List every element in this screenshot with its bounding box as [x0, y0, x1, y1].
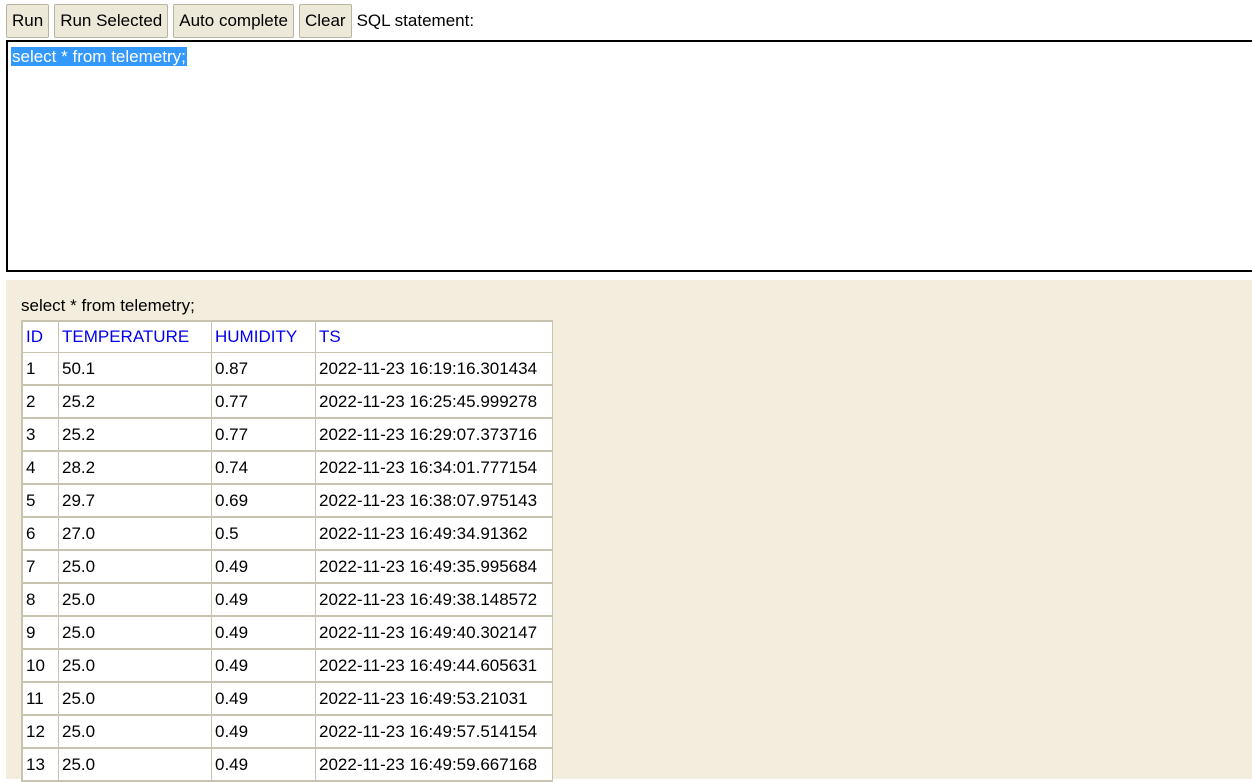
- table-row: 2 25.2 0.77 2022-11-23 16:25:45.999278: [23, 386, 553, 419]
- cell-id: 8: [23, 584, 59, 617]
- cell-temperature: 25.0: [59, 650, 212, 683]
- table-row: 5 29.7 0.69 2022-11-23 16:38:07.975143: [23, 485, 553, 518]
- table-row: 7 25.0 0.49 2022-11-23 16:49:35.995684: [23, 551, 553, 584]
- cell-temperature: 28.2: [59, 452, 212, 485]
- table-row: 11 25.0 0.49 2022-11-23 16:49:53.21031: [23, 683, 553, 716]
- cell-temperature: 25.2: [59, 419, 212, 452]
- column-header-humidity[interactable]: HUMIDITY: [212, 322, 316, 353]
- cell-humidity: 0.77: [212, 419, 316, 452]
- cell-id: 2: [23, 386, 59, 419]
- cell-id: 7: [23, 551, 59, 584]
- cell-ts: 2022-11-23 16:49:57.514154: [316, 716, 553, 749]
- cell-ts: 2022-11-23 16:49:40.302147: [316, 617, 553, 650]
- table-row: 3 25.2 0.77 2022-11-23 16:29:07.373716: [23, 419, 553, 452]
- table-row: 10 25.0 0.49 2022-11-23 16:49:44.605631: [23, 650, 553, 683]
- table-row: 8 25.0 0.49 2022-11-23 16:49:38.148572: [23, 584, 553, 617]
- cell-humidity: 0.74: [212, 452, 316, 485]
- cell-humidity: 0.87: [212, 353, 316, 386]
- table-row: 4 28.2 0.74 2022-11-23 16:34:01.777154: [23, 452, 553, 485]
- cell-id: 3: [23, 419, 59, 452]
- cell-humidity: 0.77: [212, 386, 316, 419]
- cell-temperature: 25.0: [59, 551, 212, 584]
- toolbar: Run Run Selected Auto complete Clear SQL…: [6, 3, 474, 39]
- cell-id: 13: [23, 749, 59, 782]
- cell-humidity: 0.49: [212, 584, 316, 617]
- cell-ts: 2022-11-23 16:29:07.373716: [316, 419, 553, 452]
- table-row: 13 25.0 0.49 2022-11-23 16:49:59.667168: [23, 749, 553, 782]
- cell-ts: 2022-11-23 16:19:16.301434: [316, 353, 553, 386]
- cell-temperature: 25.0: [59, 584, 212, 617]
- table-row: 12 25.0 0.49 2022-11-23 16:49:57.514154: [23, 716, 553, 749]
- cell-temperature: 50.1: [59, 353, 212, 386]
- cell-id: 9: [23, 617, 59, 650]
- sql-statement-label: SQL statement:: [356, 11, 475, 30]
- executed-query: select * from telemetry;: [21, 296, 195, 315]
- header-row: ID TEMPERATURE HUMIDITY TS: [23, 322, 553, 353]
- cell-temperature: 25.0: [59, 617, 212, 650]
- cell-humidity: 0.49: [212, 551, 316, 584]
- auto-complete-button[interactable]: Auto complete: [173, 4, 294, 38]
- cell-humidity: 0.49: [212, 617, 316, 650]
- cell-id: 1: [23, 353, 59, 386]
- column-header-temperature[interactable]: TEMPERATURE: [59, 322, 212, 353]
- column-header-ts[interactable]: TS: [316, 322, 553, 353]
- cell-ts: 2022-11-23 16:25:45.999278: [316, 386, 553, 419]
- sql-editor[interactable]: select * from telemetry;: [6, 40, 1252, 272]
- cell-temperature: 27.0: [59, 518, 212, 551]
- cell-humidity: 0.49: [212, 683, 316, 716]
- cell-id: 5: [23, 485, 59, 518]
- cell-humidity: 0.49: [212, 749, 316, 782]
- cell-humidity: 0.69: [212, 485, 316, 518]
- table-row: 1 50.1 0.87 2022-11-23 16:19:16.301434: [23, 353, 553, 386]
- table-row: 9 25.0 0.49 2022-11-23 16:49:40.302147: [23, 617, 553, 650]
- cell-temperature: 25.0: [59, 716, 212, 749]
- selected-sql-text[interactable]: select * from telemetry;: [11, 47, 187, 66]
- cell-ts: 2022-11-23 16:49:35.995684: [316, 551, 553, 584]
- cell-ts: 2022-11-23 16:49:38.148572: [316, 584, 553, 617]
- clear-button[interactable]: Clear: [298, 4, 352, 38]
- cell-ts: 2022-11-23 16:49:53.21031: [316, 683, 553, 716]
- cell-id: 6: [23, 518, 59, 551]
- results-panel: select * from telemetry; ID TEMPERATURE …: [6, 280, 1252, 782]
- results-table: ID TEMPERATURE HUMIDITY TS 1 50.1 0.87 2022…: [21, 320, 553, 782]
- column-header-id[interactable]: ID: [23, 322, 59, 353]
- cell-humidity: 0.49: [212, 650, 316, 683]
- table-row: 6 27.0 0.5 2022-11-23 16:49:34.91362: [23, 518, 553, 551]
- cell-id: 4: [23, 452, 59, 485]
- cell-id: 12: [23, 716, 59, 749]
- cell-ts: 2022-11-23 16:34:01.777154: [316, 452, 553, 485]
- cell-ts: 2022-11-23 16:38:07.975143: [316, 485, 553, 518]
- cell-temperature: 25.0: [59, 683, 212, 716]
- cell-id: 10: [23, 650, 59, 683]
- cell-temperature: 25.0: [59, 749, 212, 782]
- cell-ts: 2022-11-23 16:49:59.667168: [316, 749, 553, 782]
- run-selected-button[interactable]: Run Selected: [54, 4, 169, 38]
- run-button[interactable]: Run: [6, 4, 50, 38]
- cell-temperature: 29.7: [59, 485, 212, 518]
- cell-ts: 2022-11-23 16:49:34.91362: [316, 518, 553, 551]
- cell-humidity: 0.5: [212, 518, 316, 551]
- cell-temperature: 25.2: [59, 386, 212, 419]
- cell-id: 11: [23, 683, 59, 716]
- cell-humidity: 0.49: [212, 716, 316, 749]
- cell-ts: 2022-11-23 16:49:44.605631: [316, 650, 553, 683]
